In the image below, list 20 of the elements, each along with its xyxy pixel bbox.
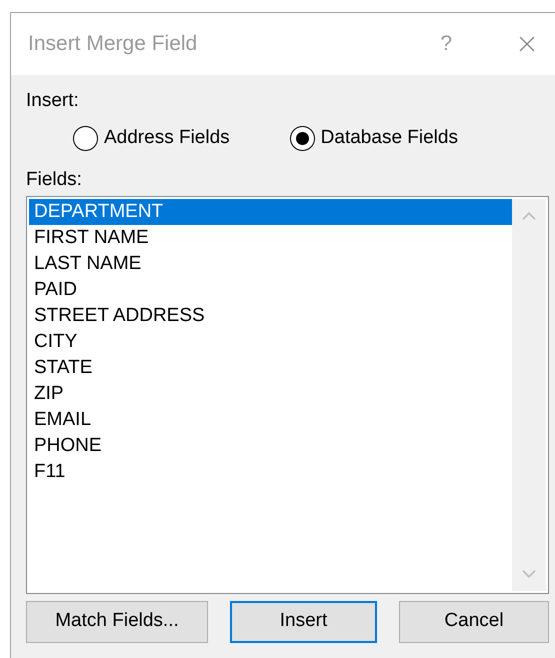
- field-list-item[interactable]: LAST NAME: [29, 250, 512, 276]
- dialog-button[interactable]: Insert: [230, 600, 377, 642]
- field-list-item[interactable]: STREET ADDRESS: [29, 302, 512, 328]
- field-list-item[interactable]: FIRST NAME: [29, 224, 512, 250]
- fields-label: Fields:: [26, 168, 83, 192]
- field-list-item[interactable]: EMAIL: [29, 406, 512, 432]
- field-list-item[interactable]: PHONE: [29, 432, 512, 458]
- field-list-item[interactable]: CITY: [29, 328, 512, 354]
- dialog-button[interactable]: Cancel: [399, 600, 549, 642]
- field-list-item[interactable]: F11: [29, 458, 512, 484]
- field-list-item[interactable]: STATE: [29, 354, 512, 380]
- field-list-item[interactable]: PAID: [29, 276, 512, 302]
- radio-option[interactable]: Address Fields: [73, 124, 230, 152]
- fields-listbox[interactable]: DEPARTMENT FIRST NAME LAST NAME PAID STREET ADDRESS CITY STATE ZIP EMAIL PHONE F11: [26, 196, 549, 594]
- field-list-item[interactable]: ZIP: [29, 380, 512, 406]
- field-list-item[interactable]: DEPARTMENT: [29, 198, 512, 224]
- window-title: Insert Merge Field: [28, 31, 198, 58]
- dialog-button[interactable]: Match Fields...: [26, 600, 208, 642]
- insert-label: Insert:: [26, 89, 80, 113]
- radio-option[interactable]: Database Fields: [290, 124, 458, 152]
